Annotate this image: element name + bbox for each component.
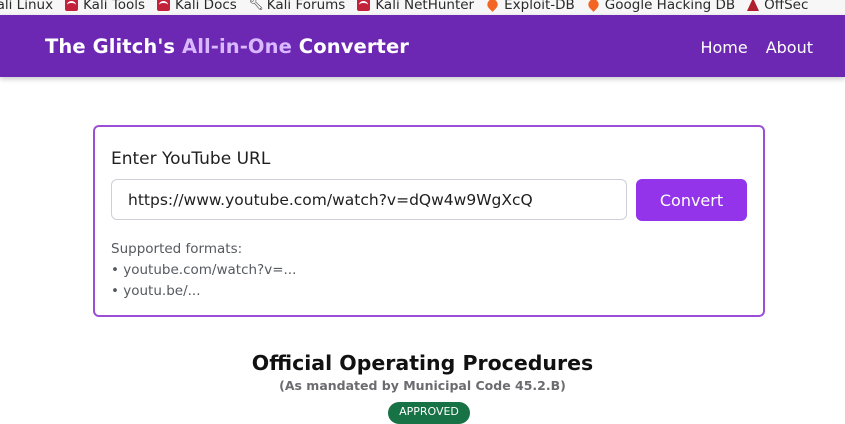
bookmark-label: Kali Forums (266, 0, 346, 13)
kali-icon (157, 0, 170, 11)
bookmark-label: Kali Tools (83, 0, 145, 13)
offsec-icon (747, 0, 760, 11)
bookmark-label: Exploit-DB (504, 0, 575, 13)
url-label: Enter YouTube URL (111, 149, 271, 169)
youtube-url-input[interactable] (111, 179, 627, 220)
flame-icon (585, 0, 601, 12)
brand-suffix: Converter (291, 35, 410, 58)
bookmarks-bar: Kali Linux Kali Tools Kali Docs 🔧︎ Kali … (0, 0, 845, 16)
flame-icon (485, 0, 500, 12)
bookmark-exploit-db[interactable]: Exploit-DB (485, 0, 575, 13)
bookmark-kali-nethunter[interactable]: Kali NetHunter (357, 0, 474, 13)
bookmark-kali-forums[interactable]: 🔧︎ Kali Forums (249, 0, 346, 13)
site-title[interactable]: The Glitch's All-in-One Converter (45, 35, 409, 58)
bookmark-label: Kali Linux (0, 0, 54, 13)
wrench-icon: 🔧︎ (248, 0, 265, 11)
brand-prefix: The Glitch's (45, 35, 183, 58)
supported-formats: Supported formats: • youtube.com/watch?v… (111, 239, 296, 302)
bookmark-kali-docs[interactable]: Kali Docs (157, 0, 237, 13)
main-nav: Home About (700, 38, 813, 57)
format-item: • youtu.be/... (111, 283, 201, 299)
formats-title: Supported formats: (111, 241, 243, 257)
bookmark-label: Kali NetHunter (375, 0, 475, 13)
bookmark-offsec[interactable]: OffSec (747, 0, 808, 13)
procedures-title: Official Operating Procedures (251, 351, 594, 375)
convert-button[interactable]: Convert (636, 179, 747, 221)
brand-accent: All-in-One (182, 35, 292, 58)
bookmark-label: Kali Docs (175, 0, 237, 13)
approved-badge: APPROVED (388, 402, 470, 424)
kali-icon (65, 0, 79, 11)
bookmark-label: OffSec (764, 0, 809, 13)
bookmark-google-hacking-db[interactable]: Google Hacking DB (585, 0, 736, 13)
site-header: The Glitch's All-in-One Converter Home A… (0, 15, 845, 77)
format-item: • youtube.com/watch?v=... (111, 262, 297, 278)
nav-home-link[interactable]: Home (700, 38, 747, 57)
bookmark-kali-linux[interactable]: Kali Linux (0, 0, 53, 13)
bookmark-kali-tools[interactable]: Kali Tools (65, 0, 145, 13)
procedures-subtitle: (As mandated by Municipal Code 45.2.B) (279, 378, 566, 393)
nav-about-link[interactable]: About (766, 38, 813, 57)
converter-card: Enter YouTube URL Convert Supported form… (93, 125, 765, 317)
bookmark-label: Google Hacking DB (604, 0, 736, 13)
kali-icon (357, 0, 371, 11)
